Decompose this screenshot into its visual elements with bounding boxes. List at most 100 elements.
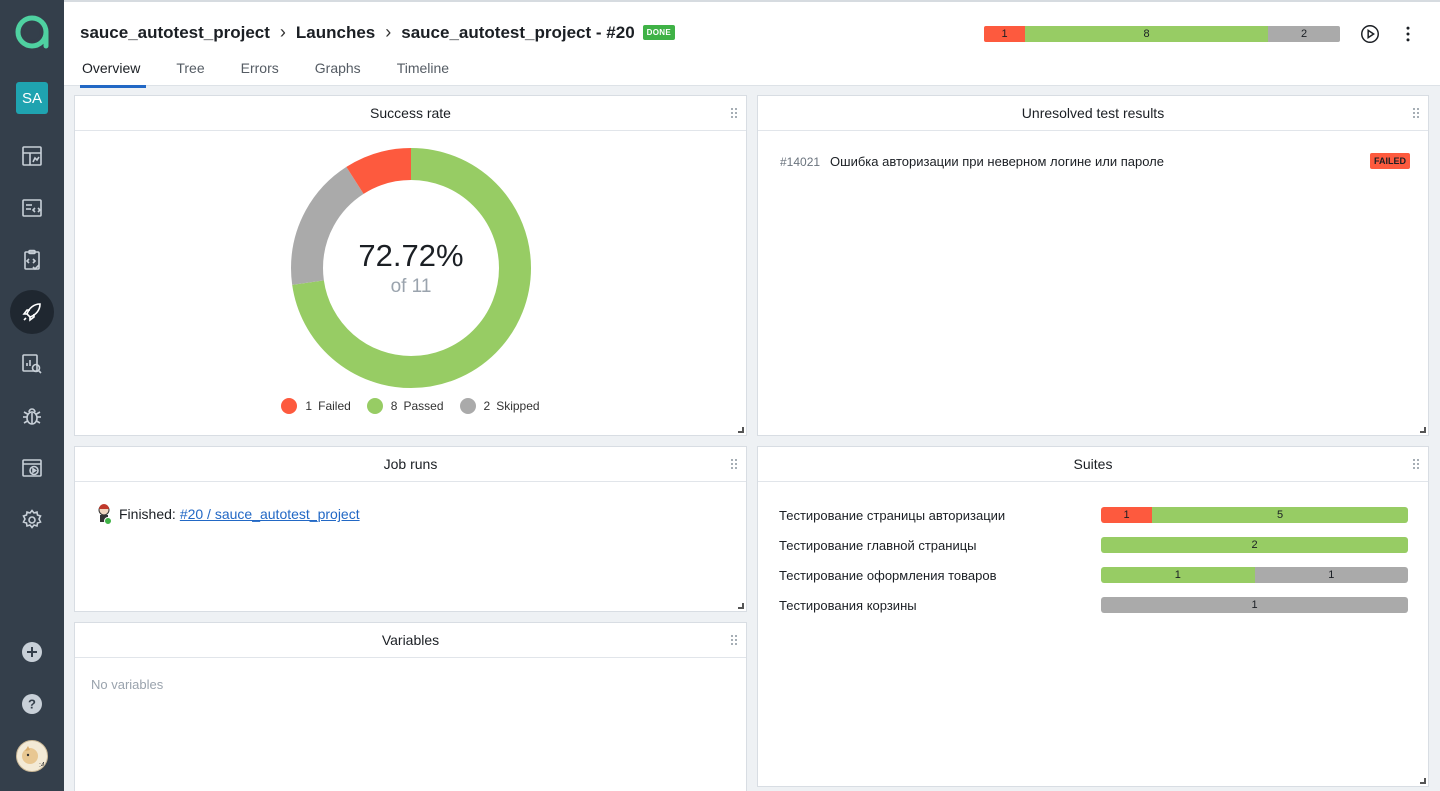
suite-row[interactable]: Тестирование страницы авторизации 1 5 [779,507,1409,523]
bug-icon[interactable] [10,394,54,438]
launch-stats-bar[interactable]: 1 8 2 [984,26,1340,42]
legend-label: Failed [318,399,351,413]
breadcrumb-launch: sauce_autotest_project - #20 [401,22,635,42]
jobs-icon[interactable] [10,446,54,490]
gear-icon[interactable] [10,498,54,542]
suite-name: Тестирование главной страницы [779,537,977,553]
unresolved-widget: Unresolved test results #14021 Ошибка ав… [757,95,1429,436]
rocket-icon[interactable] [10,290,54,334]
suites-widget: Suites Тестирование страницы авторизации… [757,446,1429,787]
resize-handle-icon[interactable] [1420,427,1426,433]
suite-stats-bar: 1 [1101,597,1408,613]
breadcrumb-launches[interactable]: Launches [296,23,375,43]
test-plans-icon[interactable] [10,238,54,282]
unresolved-title: Unresolved test results [1021,105,1165,121]
tab-tree[interactable]: Tree [174,60,206,88]
legend-count: 8 [390,399,398,413]
empty-variables-text: No variables [91,677,164,692]
breadcrumb: sauce_autotest_project › Launches › sauc… [80,22,675,43]
dashboard-icon[interactable] [10,134,54,178]
project-badge[interactable]: SA [16,82,48,114]
resize-handle-icon[interactable] [738,427,744,433]
passed-dot-icon [366,398,383,414]
svg-text::40: :40 [39,762,48,769]
allure-logo[interactable] [14,14,50,50]
legend-failed[interactable]: 1 Failed [281,398,351,414]
tab-graphs[interactable]: Graphs [313,60,363,88]
donut-center: 72.72% of 11 [289,146,533,390]
success-percent: 72.72% [358,238,464,273]
user-avatar[interactable]: :40 [16,740,48,772]
suite-row[interactable]: Тестирования корзины 1 [779,597,1409,613]
suite-stats-bar: 15 [1101,507,1408,523]
suite-row[interactable]: Тестирование главной страницы 2 [779,537,1409,553]
test-cases-icon[interactable] [10,186,54,230]
resize-handle-icon[interactable] [738,603,744,609]
legend-label: Passed [403,399,444,413]
analytics-icon[interactable] [10,342,54,386]
suite-row[interactable]: Тестирование оформления товаров 1 1 [779,567,1409,583]
resize-handle-icon[interactable] [1420,778,1426,784]
suite-seg-skipped: 1 [1101,597,1408,613]
chart-legend: 1 Failed 8 Passed 2 Skipped [75,398,746,414]
drag-handle-icon[interactable] [731,635,737,645]
unresolved-row[interactable]: #14021 Ошибка авторизации при неверном л… [780,153,1410,169]
job-run-row: Finished: #20 / sauce_autotest_project [95,503,360,525]
svg-text:?: ? [28,697,36,712]
failed-dot-icon [281,398,298,414]
widget-title: Variables [75,623,746,658]
legend-count: 2 [483,399,491,413]
widget-title: Unresolved test results [758,96,1428,131]
job-run-link[interactable]: #20 / sauce_autotest_project [180,506,360,522]
variables-title: Variables [381,632,440,648]
success-rate-title: Success rate [370,105,451,121]
suite-seg-passed: 1 [1101,567,1255,583]
drag-handle-icon[interactable] [731,459,737,469]
breadcrumb-project[interactable]: sauce_autotest_project [80,23,270,43]
drag-handle-icon[interactable] [731,108,737,118]
job-status-label: Finished: [119,506,176,522]
success-rate-donut: 72.72% of 11 [289,146,533,390]
suite-seg-passed: 5 [1152,507,1408,523]
suites-title: Suites [1073,456,1113,472]
test-result-id: #14021 [780,154,821,169]
suite-stats-bar: 2 [1101,537,1408,553]
failed-badge: FAILED [1369,153,1410,169]
drag-handle-icon[interactable] [1413,459,1419,469]
tab-overview[interactable]: Overview [80,60,147,88]
chevron-right-icon: › [385,22,392,42]
rerun-play-icon[interactable] [1358,22,1382,46]
sidebar: SA ? :40 [0,0,64,791]
widget-title: Suites [758,447,1428,482]
stat-skipped: 2 [1268,26,1340,42]
suite-seg-failed: 1 [1101,507,1153,523]
drag-handle-icon[interactable] [1413,108,1419,118]
total-count: of 11 [390,276,432,297]
status-badge: DONE [642,25,675,40]
widget-title: Success rate [75,96,746,131]
legend-skipped[interactable]: 2 Skipped [459,398,540,414]
legend-passed[interactable]: 8 Passed [366,398,444,414]
suite-name: Тестирование оформления товаров [779,567,997,583]
test-result-name: Ошибка авторизации при неверном логине и… [830,154,1164,169]
chevron-right-icon: › [279,22,286,42]
suite-seg-passed: 2 [1101,537,1408,553]
success-rate-widget: Success rate 72.72% of 11 1 Failed 8 Pas… [74,95,747,436]
tab-errors[interactable]: Errors [239,60,281,88]
legend-label: Skipped [496,399,540,413]
jenkins-icon [95,503,113,525]
skipped-dot-icon [459,398,476,414]
suite-name: Тестирования корзины [779,597,917,613]
job-runs-widget: Job runs Finished: #20 / sauce_autotest_… [74,446,747,612]
help-icon[interactable]: ? [10,682,54,726]
stat-failed: 1 [984,26,1025,42]
variables-widget: Variables No variables [74,622,747,791]
plus-circle-icon[interactable] [10,630,54,674]
more-menu-icon[interactable] [1396,22,1420,46]
header: sauce_autotest_project › Launches › sauc… [64,0,1440,88]
stat-passed: 8 [1025,26,1268,42]
tab-timeline[interactable]: Timeline [395,60,451,88]
suite-name: Тестирование страницы авторизации [779,507,1006,523]
suite-seg-skipped: 1 [1254,567,1408,583]
legend-count: 1 [305,399,313,413]
